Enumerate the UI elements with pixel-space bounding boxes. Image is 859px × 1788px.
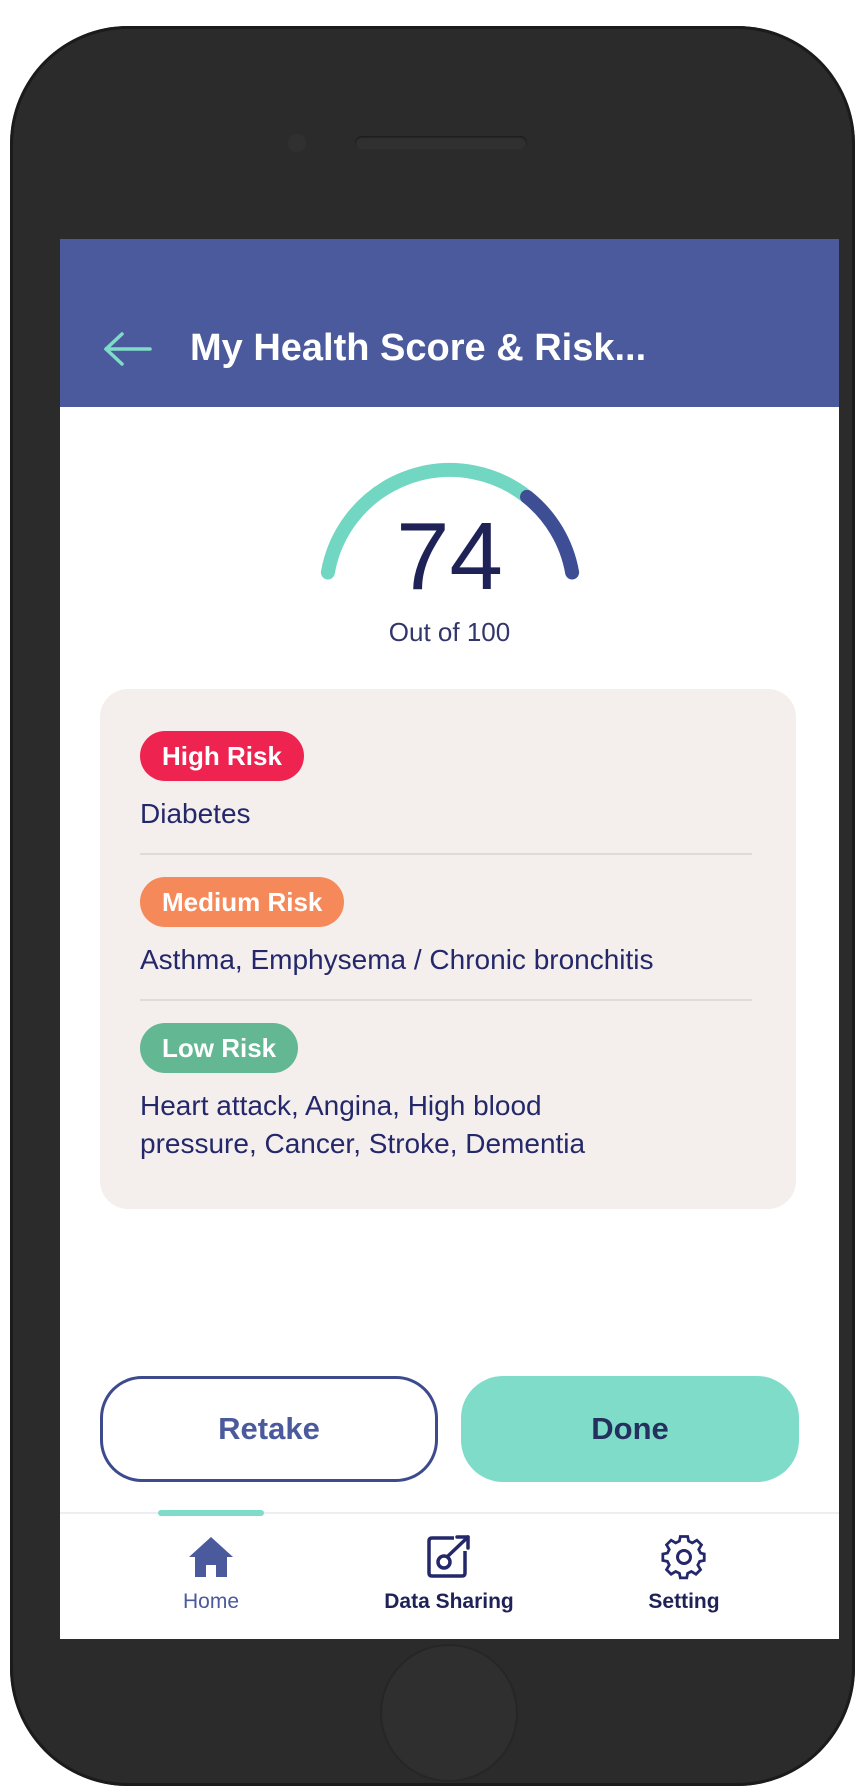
high-risk-badge: High Risk (140, 731, 304, 781)
gear-icon (661, 1535, 706, 1580)
page-title: My Health Score & Risk... (190, 327, 647, 369)
nav-item-data-sharing[interactable]: Data Sharing (349, 1534, 549, 1614)
retake-button[interactable]: Retake (100, 1376, 438, 1482)
nav-item-setting[interactable]: Setting (584, 1534, 784, 1614)
medium-risk-badge: Medium Risk (140, 877, 345, 927)
home-icon (189, 1537, 233, 1577)
risk-section-low: Low Risk Heart attack, Angina, High bloo… (140, 1023, 760, 1163)
risk-section-high: High Risk Diabetes (140, 731, 760, 833)
low-risk-badge: Low Risk (140, 1023, 299, 1073)
arrow-left-icon (104, 332, 152, 366)
divider (140, 853, 752, 855)
nav-item-home[interactable]: Home (111, 1534, 311, 1614)
score-caption: Out of 100 (388, 617, 511, 647)
nav-label-home: Home (182, 1590, 240, 1613)
risk-section-medium: Medium Risk Asthma, Emphysema / Chronic … (140, 877, 760, 979)
nav-label-data-sharing: Data Sharing (384, 1590, 514, 1613)
share-icon (427, 1535, 470, 1578)
score-value: 74 (396, 503, 503, 610)
nav-label-setting: Setting (648, 1590, 720, 1613)
bottom-navigation: Home Data Sharing Setting (60, 1510, 839, 1639)
risk-summary-card: High Risk Diabetes Medium Risk Asthma, E… (100, 689, 796, 1209)
phone-frame: My Health Score & Risk... 74 Out of 100 … (10, 26, 855, 1786)
speaker-grille (355, 136, 527, 150)
divider (140, 999, 752, 1001)
active-tab-indicator (158, 1510, 264, 1516)
front-camera-icon (288, 134, 306, 152)
low-risk-conditions: Heart attack, Angina, High blood pressur… (140, 1090, 586, 1159)
back-button[interactable] (100, 329, 156, 369)
medium-risk-conditions: Asthma, Emphysema / Chronic bronchitis (140, 944, 654, 975)
app-header: My Health Score & Risk... (60, 239, 839, 407)
high-risk-conditions: Diabetes (140, 798, 251, 829)
hardware-home-button[interactable] (380, 1644, 518, 1782)
app-screen: My Health Score & Risk... 74 Out of 100 … (60, 239, 839, 1639)
done-button[interactable]: Done (461, 1376, 799, 1482)
